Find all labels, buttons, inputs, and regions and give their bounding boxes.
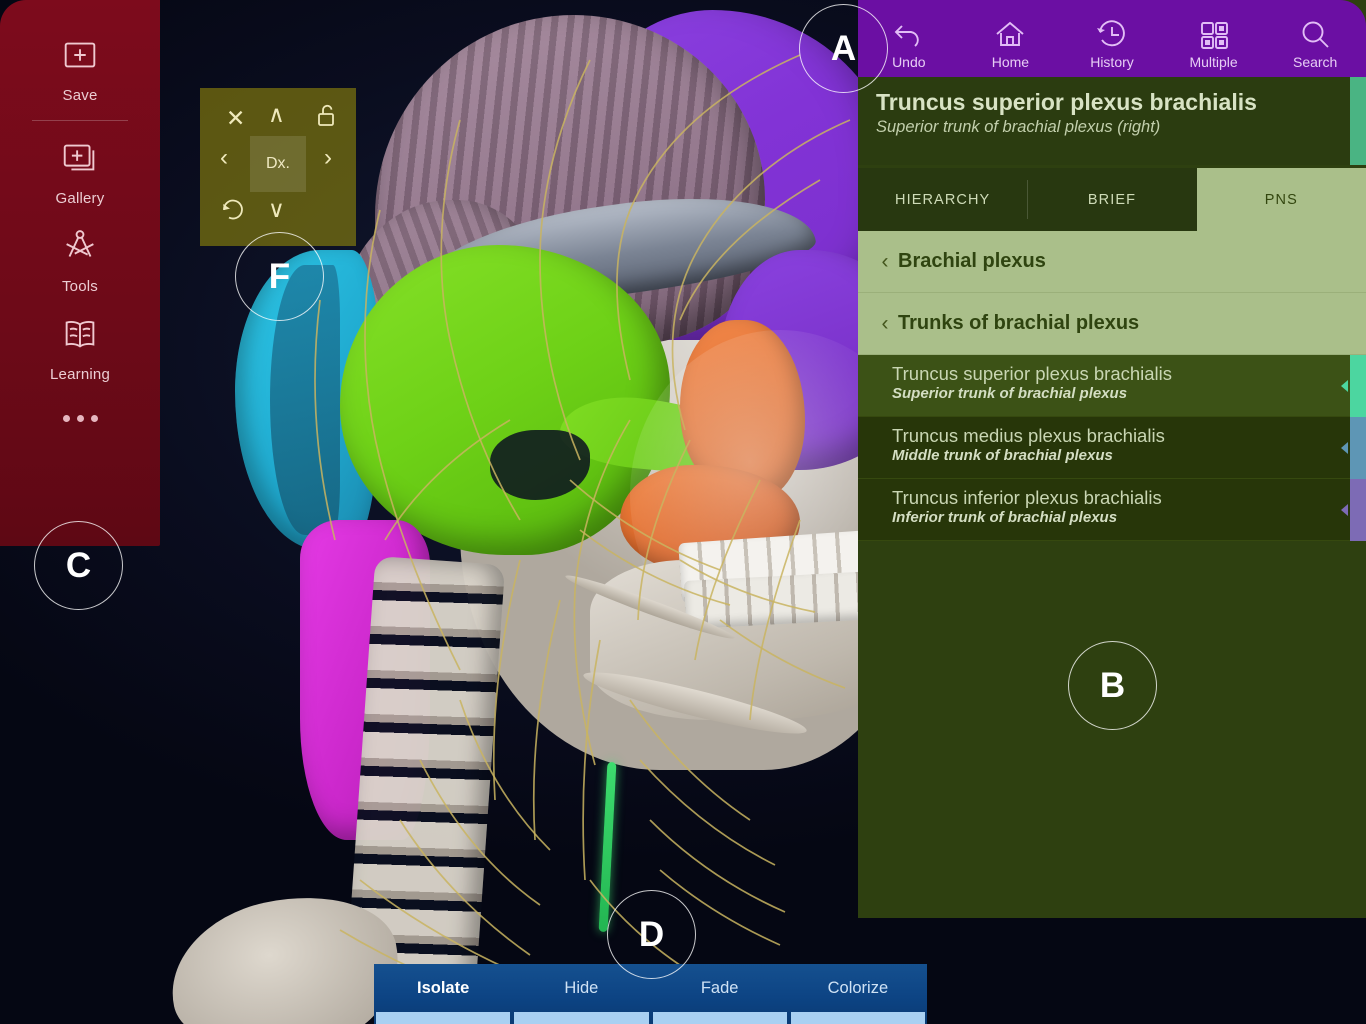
mode-indicator-segment xyxy=(376,1012,510,1024)
callout-badge-d: D xyxy=(607,890,696,979)
toolbar-button-label: Home xyxy=(992,54,1029,70)
page-subtitle: Superior trunk of brachial plexus (right… xyxy=(876,118,1348,137)
breadcrumb-item-trunks[interactable]: ‹ Trunks of brachial plexus xyxy=(858,293,1366,355)
grid-squares-icon xyxy=(1197,18,1231,52)
mode-button-isolate[interactable]: Isolate xyxy=(374,964,512,1012)
toolbar-button-history[interactable]: History xyxy=(1061,18,1163,77)
list-item[interactable]: Truncus medius plexus brachialis Middle … xyxy=(858,417,1366,479)
magnifier-icon xyxy=(1298,18,1332,52)
widget-rotate-right-icon[interactable]: › xyxy=(324,144,332,172)
toolbar-button-label: Search xyxy=(1293,54,1337,70)
breadcrumb-label: Trunks of brachial plexus xyxy=(898,312,1139,335)
page-title: Truncus superior plexus brachialis xyxy=(876,89,1348,115)
dot xyxy=(77,415,84,422)
list-item-alias: Superior trunk of brachial plexus xyxy=(892,385,1332,402)
list-item-arrow-icon xyxy=(1341,504,1348,516)
top-toolbar: Undo Home History xyxy=(858,0,1366,77)
list-item-name: Truncus inferior plexus brachialis xyxy=(892,487,1332,508)
list-item-arrow-icon xyxy=(1341,442,1348,454)
list-item-name: Truncus medius plexus brachialis xyxy=(892,425,1332,446)
toolbar-button-search[interactable]: Search xyxy=(1264,18,1366,77)
widget-side-toggle[interactable]: Dx. xyxy=(250,136,306,192)
toolbar-button-label: Multiple xyxy=(1189,54,1237,70)
rotate-icon[interactable] xyxy=(220,198,246,227)
sidebar-item-label: Save xyxy=(63,87,98,104)
sidebar-item-tools[interactable]: Tools xyxy=(0,213,160,301)
toolbar-button-home[interactable]: Home xyxy=(960,18,1062,77)
sidebar-item-learning[interactable]: Learning xyxy=(0,301,160,389)
structure-list: Truncus superior plexus brachialis Super… xyxy=(858,355,1366,541)
tab-pns[interactable]: PNS xyxy=(1197,168,1366,231)
mode-indicator-segment xyxy=(791,1012,925,1024)
widget-rotate-up-icon[interactable]: ∧ xyxy=(268,101,285,128)
mode-button-colorize[interactable]: Colorize xyxy=(789,964,927,1012)
home-icon xyxy=(993,18,1027,52)
tab-brief[interactable]: BRIEF xyxy=(1027,168,1196,231)
sidebar-more-button[interactable] xyxy=(0,415,160,422)
list-item-color-swatch xyxy=(1350,355,1366,417)
callout-badge-f: F xyxy=(235,232,324,321)
list-item-arrow-icon xyxy=(1341,380,1348,392)
sidebar-item-gallery[interactable]: Gallery xyxy=(0,125,160,213)
callout-badge-a: A xyxy=(799,4,888,93)
list-item[interactable]: Truncus superior plexus brachialis Super… xyxy=(858,355,1366,417)
chevron-left-icon: ‹ xyxy=(872,250,898,274)
mode-indicator-segment xyxy=(514,1012,648,1024)
list-item-alias: Middle trunk of brachial plexus xyxy=(892,447,1332,464)
sidebar-item-label: Tools xyxy=(62,278,98,295)
undo-arrow-icon xyxy=(892,18,926,52)
compass-icon xyxy=(57,223,103,269)
breadcrumb-label: Brachial plexus xyxy=(898,250,1046,273)
anatomy-app-window: ✕ ∧ ‹ › ∨ Dx. xyxy=(0,0,1366,1024)
tab-hierarchy[interactable]: HIERARCHY xyxy=(858,168,1027,231)
sidebar-item-label: Gallery xyxy=(56,190,105,207)
list-item-alias: Inferior trunk of brachial plexus xyxy=(892,509,1332,526)
dot xyxy=(91,415,98,422)
header-color-strip xyxy=(1350,77,1366,165)
selection-header: Truncus superior plexus brachialis Super… xyxy=(858,77,1366,165)
book-icon xyxy=(57,311,103,357)
model-rotation-widget[interactable]: ✕ ∧ ‹ › ∨ Dx. xyxy=(200,88,356,246)
panel-tabs: HIERARCHY BRIEF PNS xyxy=(858,168,1366,231)
sidebar-divider xyxy=(32,120,128,121)
list-item-color-swatch xyxy=(1350,417,1366,479)
list-item-color-swatch xyxy=(1350,479,1366,541)
clock-history-icon xyxy=(1095,18,1129,52)
widget-close-icon[interactable]: ✕ xyxy=(226,105,245,132)
sidebar-item-save[interactable]: Save xyxy=(0,22,160,110)
breadcrumb-item-brachial-plexus[interactable]: ‹ Brachial plexus xyxy=(858,231,1366,293)
breadcrumb: ‹ Brachial plexus ‹ Trunks of brachial p… xyxy=(858,231,1366,355)
callout-badge-b: B xyxy=(1068,641,1157,730)
plus-copy-icon xyxy=(57,135,103,181)
toolbar-button-label: History xyxy=(1090,54,1134,70)
list-item[interactable]: Truncus inferior plexus brachialis Infer… xyxy=(858,479,1366,541)
list-item-name: Truncus superior plexus brachialis xyxy=(892,363,1332,384)
chevron-left-icon: ‹ xyxy=(872,312,898,336)
mode-indicator-segment xyxy=(653,1012,787,1024)
plus-square-icon xyxy=(57,32,103,78)
lock-open-icon[interactable] xyxy=(316,104,338,133)
left-sidebar: Save Gallery Tools xyxy=(0,0,160,546)
widget-rotate-left-icon[interactable]: ‹ xyxy=(220,144,228,172)
dot xyxy=(63,415,70,422)
toolbar-button-label: Undo xyxy=(892,54,925,70)
callout-badge-c: C xyxy=(34,521,123,610)
mode-indicator-strip xyxy=(374,1012,927,1024)
widget-rotate-down-icon[interactable]: ∨ xyxy=(268,196,285,223)
sidebar-item-label: Learning xyxy=(50,366,110,383)
toolbar-button-multiple[interactable]: Multiple xyxy=(1163,18,1265,77)
info-panel: Undo Home History xyxy=(858,0,1366,918)
